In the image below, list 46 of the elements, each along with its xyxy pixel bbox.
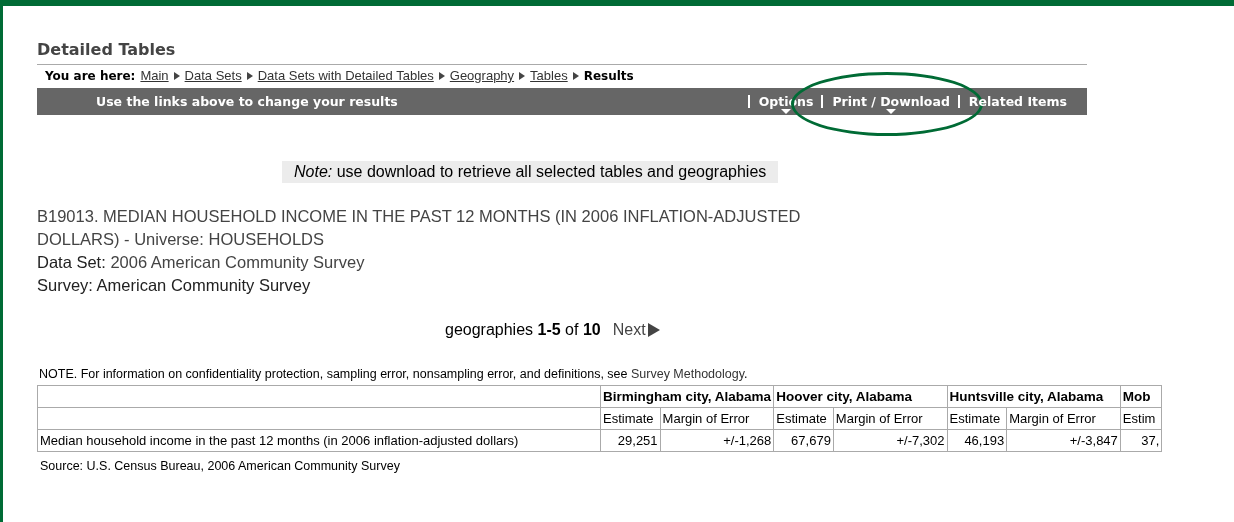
- table-title-link[interactable]: B19013. MEDIAN HOUSEHOLD INCOME IN THE PAST 12 MONTHS (IN 2006 INFLATION-ADJUSTED DOLLARS) - Universe: HOUSEHOLDS: [37, 205, 887, 251]
- arrow-icon: [572, 71, 579, 80]
- data-set-label: Data Set:: [37, 253, 106, 271]
- subheader-cell: Margin of Error: [1006, 407, 1121, 430]
- table-cell: +/-3,847: [1006, 429, 1121, 452]
- methodology-link[interactable]: Survey Methodology: [631, 367, 744, 381]
- column-header: Birmingham city, Alabama: [600, 385, 774, 408]
- table-note: NOTE. For information on confidentiality protection, sampling error, nonsampling error, and definitions, see Survey Methodology.: [39, 367, 748, 381]
- table-cell: +/-7,302: [833, 429, 948, 452]
- arrow-icon: [519, 71, 526, 80]
- pagination-text: geographies 1-5 of 10: [445, 321, 601, 339]
- menu-item[interactable]: Print / Download: [823, 88, 958, 115]
- survey-text: Survey: American Community Survey: [37, 275, 312, 296]
- row-label: Median household income in the past 12 months (in 2006 inflation-adjusted dollars): [37, 429, 601, 452]
- page-title: Detailed Tables: [37, 40, 1087, 65]
- download-note: Note: use download to retrieve all selected tables and geographies: [282, 161, 779, 183]
- table-cell: 37,: [1120, 429, 1162, 452]
- arrow-icon: [438, 71, 445, 80]
- table-cell: 29,251: [600, 429, 661, 452]
- subheader-cell: Estim: [1120, 407, 1162, 430]
- table-cell: 46,193: [947, 429, 1007, 452]
- arrow-icon: [173, 71, 180, 80]
- caret-icon: [780, 109, 791, 114]
- subheader-cell: Margin of Error: [660, 407, 774, 430]
- column-header: Mob: [1120, 385, 1162, 408]
- caret-icon: [885, 109, 896, 114]
- column-header: Huntsville city, Alabama: [947, 385, 1121, 408]
- breadcrumb-link[interactable]: Tables: [530, 68, 568, 83]
- subheader-cell: Margin of Error: [833, 407, 948, 430]
- subheader-cell: Estimate: [600, 407, 661, 430]
- column-header: Hoover city, Alabama: [773, 385, 948, 408]
- subheader-cell: Estimate: [773, 407, 834, 430]
- table-cell: +/-1,268: [660, 429, 774, 452]
- breadcrumb-link[interactable]: Main: [140, 68, 169, 83]
- arrow-icon: [246, 71, 253, 80]
- breadcrumb-current: Results: [583, 68, 634, 83]
- source-text: Source: U.S. Census Bureau, 2006 American Community Survey: [40, 459, 401, 473]
- breadcrumb-label: You are here:: [45, 68, 136, 83]
- table-cell: 67,679: [773, 429, 834, 452]
- breadcrumb-link[interactable]: Data Sets with Detailed Tables: [257, 68, 434, 83]
- next-link[interactable]: Next: [612, 321, 660, 339]
- menu-hint: Use the links above to change your results: [95, 94, 399, 109]
- breadcrumb-link[interactable]: Geography: [449, 68, 515, 83]
- data-set-link[interactable]: 2006 American Community Survey: [110, 253, 365, 271]
- subheader-cell: Estimate: [947, 407, 1007, 430]
- breadcrumb-link[interactable]: Data Sets: [184, 68, 242, 83]
